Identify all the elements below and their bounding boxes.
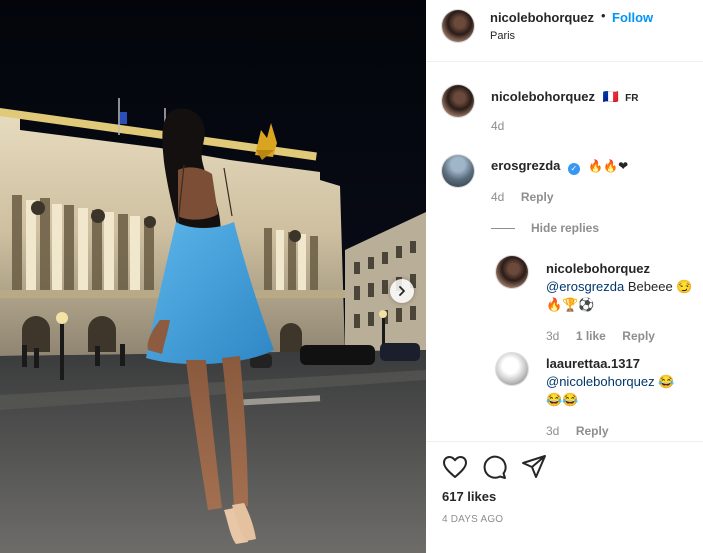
comment-age[interactable]: 4d	[491, 190, 504, 204]
share-button[interactable]	[521, 454, 547, 485]
caption-avatar[interactable]	[442, 85, 474, 117]
verified-badge-icon: ✓	[567, 163, 580, 175]
post-date[interactable]: 4 DAYS AGO	[442, 514, 503, 525]
reply-reply-button[interactable]: Reply	[622, 329, 655, 343]
commenter-username[interactable]: erosgrezda	[491, 158, 560, 173]
post-header: nicolebohorquez • Follow Paris	[426, 0, 703, 62]
comment-row: erosgrezda ✓ 🔥🔥❤	[491, 157, 628, 175]
commenter-avatar[interactable]	[442, 155, 474, 187]
caption-age[interactable]: 4d	[491, 119, 504, 133]
carousel-next-button[interactable]	[390, 279, 414, 303]
reply-likes[interactable]: 1 like	[576, 329, 606, 343]
comment-meta: 4d Reply	[491, 188, 554, 206]
reply-text: Bebeee	[627, 279, 673, 294]
share-icon	[522, 455, 546, 478]
reply-age[interactable]: 3d	[546, 329, 559, 343]
reply-emoji-1: 😏	[676, 279, 693, 294]
hide-replies-toggle[interactable]: Hide replies	[491, 221, 599, 235]
reply-username[interactable]: nicolebohorquez	[546, 261, 650, 276]
post-photo[interactable]	[0, 0, 426, 553]
post-location[interactable]: Paris	[490, 30, 515, 42]
reply-meta: 3d Reply	[546, 422, 609, 440]
reply-username[interactable]: laaurettaa.1317	[546, 356, 640, 371]
reply-body: laaurettaa.1317 @nicolebohorquez 😂 😂😂	[546, 355, 696, 409]
reply-mention[interactable]: @nicolebohorquez	[546, 374, 655, 389]
comment-reply-button[interactable]: Reply	[521, 190, 554, 204]
follow-button[interactable]: Follow	[612, 10, 653, 25]
comments-list[interactable]: nicolebohorquez 🇫🇷 FR 4d erosgrezda ✓ 🔥🔥…	[426, 63, 703, 441]
caption-row: nicolebohorquez 🇫🇷 FR	[491, 88, 638, 106]
reply-age[interactable]: 3d	[546, 424, 559, 438]
author-username[interactable]: nicolebohorquez	[490, 10, 594, 25]
reply-meta: 3d 1 like Reply	[546, 327, 655, 345]
caption-username[interactable]: nicolebohorquez	[491, 89, 595, 104]
photo-scene	[0, 0, 426, 553]
flag-emoji: 🇫🇷	[602, 89, 619, 104]
reply-avatar[interactable]	[496, 256, 528, 288]
reply-avatar[interactable]	[496, 353, 528, 385]
comment-icon	[483, 455, 507, 479]
replies-divider	[491, 227, 515, 229]
post-actions: 617 likes 4 DAYS AGO	[426, 441, 703, 553]
reply-emoji-2: 😂😂	[546, 392, 579, 407]
header-separator: •	[601, 8, 606, 23]
post-side-panel: nicolebohorquez • Follow Paris nicoleboh…	[426, 0, 703, 553]
likes-count[interactable]: 617 likes	[442, 489, 496, 504]
like-button[interactable]	[442, 455, 468, 484]
chevron-right-icon	[399, 286, 405, 296]
comment-button[interactable]	[481, 454, 507, 485]
flag-label: FR	[625, 93, 639, 104]
reply-emoji-2: 🔥🏆⚽	[546, 297, 595, 312]
reply-mention[interactable]: @erosgrezda	[546, 279, 624, 294]
heart-icon	[443, 456, 467, 478]
reply-reply-button[interactable]: Reply	[576, 424, 609, 438]
hide-replies-label: Hide replies	[531, 221, 600, 235]
comment-text: 🔥🔥❤	[588, 159, 629, 173]
reply-emoji-1: 😂	[658, 374, 675, 389]
author-avatar[interactable]	[442, 10, 474, 42]
reply-body: nicolebohorquez @erosgrezda Bebeee 😏 🔥🏆⚽	[546, 260, 696, 314]
